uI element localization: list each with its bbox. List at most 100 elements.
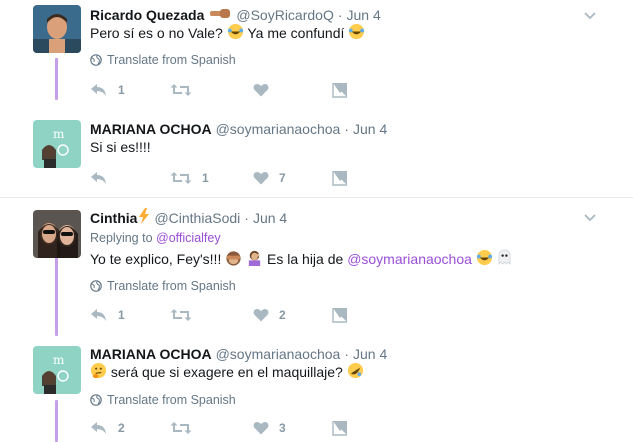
direct-message-button[interactable] (332, 305, 348, 325)
like-count: 3 (279, 421, 286, 435)
like-count: 2 (279, 308, 286, 322)
chevron-down-icon[interactable] (583, 8, 597, 22)
tweet-text-part: Si si es!!!! (90, 139, 151, 155)
like-button[interactable]: 3 (253, 418, 286, 438)
ghost-emoji (497, 249, 512, 271)
globe-icon (90, 280, 102, 292)
tweet-text: será que si exagere en el maquillaje? (90, 362, 364, 384)
tweet-header: Ricardo Quezada @SoyRicardoQ · Jun 4 (90, 6, 381, 24)
heart-icon (253, 308, 269, 322)
heart-icon (253, 83, 269, 97)
replying-to: Replying to @officialfey (90, 231, 221, 245)
direct-message-button[interactable] (332, 418, 348, 438)
retweet-button[interactable] (170, 418, 202, 438)
heart-icon (253, 171, 269, 185)
translate-label: Translate from Spanish (107, 53, 236, 67)
avatar[interactable]: m (33, 346, 81, 394)
lightning-emoji (138, 208, 150, 228)
heart-icon (253, 421, 269, 435)
mention-link[interactable]: @soymarianaochoa (347, 251, 472, 267)
retweet-button[interactable] (170, 305, 202, 325)
tweet-header: MARIANA OCHOA @soymarianaochoa · Jun 4 (90, 120, 387, 138)
tweet-header: MARIANA OCHOA @soymarianaochoa · Jun 4 (90, 345, 387, 363)
handle[interactable]: @SoyRicardoQ (236, 6, 333, 24)
avatar-cinthia (33, 210, 81, 258)
reply-count: 1 (118, 83, 125, 97)
rolling-on-floor-laughing-emoji (347, 362, 364, 384)
reply-icon (91, 422, 106, 434)
retweet-button[interactable]: 1 (170, 168, 209, 188)
tweet: Cinthia @CinthiaSodi · Jun 4 Replying to… (0, 198, 633, 336)
retweet-icon (170, 172, 192, 184)
retweet-icon (170, 309, 192, 321)
tweet-text: Yo te explico, Fey's!!! Es la hija de @s… (90, 249, 512, 271)
reply-icon (91, 84, 106, 96)
chevron-down-icon[interactable] (583, 210, 597, 224)
reply-button[interactable]: 1 (90, 305, 125, 325)
separator-dot: · (337, 7, 343, 23)
tweet: Ricardo Quezada @SoyRicardoQ · Jun 4 Per… (0, 0, 633, 110)
laughing-emoji (476, 249, 493, 271)
display-name[interactable]: Cinthia (90, 209, 137, 227)
dm-icon (332, 308, 347, 323)
handle[interactable]: @soymarianaochoa (216, 120, 341, 138)
direct-message-button[interactable] (332, 168, 348, 188)
like-count: 7 (279, 171, 286, 185)
timestamp[interactable]: Jun 4 (353, 120, 387, 138)
reply-icon (91, 309, 106, 321)
direct-message-button[interactable] (332, 80, 348, 100)
see-no-evil-monkey-emoji (225, 249, 242, 271)
reply-button[interactable] (90, 168, 118, 188)
dm-icon (332, 421, 347, 436)
separator-dot: · (244, 210, 249, 226)
timestamp[interactable]: Jun 4 (347, 6, 381, 24)
translate-link[interactable]: Translate from Spanish (90, 53, 236, 67)
display-name[interactable]: MARIANA OCHOA (90, 345, 212, 363)
display-name[interactable]: Ricardo Quezada (90, 6, 204, 24)
reply-button[interactable]: 2 (90, 418, 125, 438)
svg-text:m: m (53, 127, 65, 141)
timestamp[interactable]: Jun 4 (253, 209, 287, 227)
svg-text:m: m (53, 353, 65, 367)
translate-label: Translate from Spanish (107, 279, 236, 293)
handle[interactable]: @soymarianaochoa (216, 345, 341, 363)
retweet-icon (170, 422, 192, 434)
translate-link[interactable]: Translate from Spanish (90, 393, 236, 407)
tweet-text-part: Ya me confundí (247, 25, 345, 41)
avatar[interactable] (33, 210, 81, 258)
tweet-text: Si si es!!!! (90, 137, 151, 157)
retweet-count: 1 (202, 171, 209, 185)
separator-dot: · (344, 121, 349, 137)
reply-icon (91, 172, 106, 184)
translate-label: Translate from Spanish (107, 393, 236, 407)
dm-icon (332, 83, 347, 98)
tweet: m MARIANA OCHOA @soymarianaochoa · Jun 4… (0, 336, 633, 442)
avatar-mariana: m (33, 346, 81, 394)
retweet-icon (170, 84, 192, 96)
retweet-button[interactable] (170, 80, 202, 100)
like-button[interactable]: 7 (253, 168, 286, 188)
tweet-header: Cinthia @CinthiaSodi · Jun 4 (90, 208, 287, 228)
like-button[interactable]: 2 (253, 305, 286, 325)
tweet-text-part: Yo te explico, Fey's!!! (90, 251, 222, 267)
handle[interactable]: @CinthiaSodi (154, 209, 240, 227)
tweet-text: Pero sí es o no Vale? Ya me confundí (90, 23, 365, 45)
tweet-text-part: Es la hija de (267, 251, 344, 267)
globe-icon (90, 54, 102, 66)
timestamp[interactable]: Jun 4 (353, 345, 387, 363)
like-button[interactable] (253, 80, 279, 100)
avatar[interactable] (33, 5, 81, 53)
tweet-text-part: Pero sí es o no Vale? (90, 25, 223, 41)
reply-button[interactable]: 1 (90, 80, 125, 100)
laughing-emoji (227, 23, 244, 45)
globe-icon (90, 394, 102, 406)
translate-link[interactable]: Translate from Spanish (90, 279, 236, 293)
tweet-text-part: será que si exagere en el maquillaje? (110, 364, 343, 380)
woman-facepalm-emoji (246, 249, 263, 271)
avatar[interactable]: m (33, 120, 81, 168)
dm-icon (332, 171, 347, 186)
display-name[interactable]: MARIANA OCHOA (90, 120, 212, 138)
replying-handle-link[interactable]: @officialfey (156, 231, 221, 245)
separator-dot: · (344, 346, 349, 362)
tweet: m MARIANA OCHOA @soymarianaochoa · Jun 4… (0, 110, 633, 197)
